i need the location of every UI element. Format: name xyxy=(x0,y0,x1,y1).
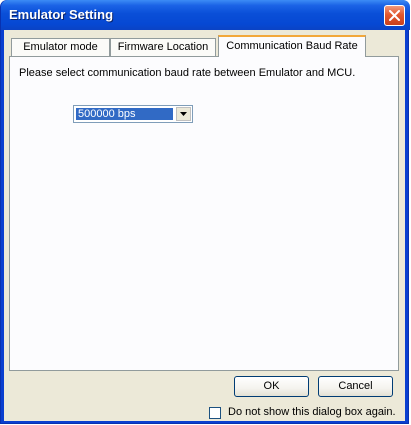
tab-label: Emulator mode xyxy=(23,41,98,53)
dialog-body: Emulator mode Firmware Location Communic… xyxy=(4,30,405,421)
instruction-text: Please select communication baud rate be… xyxy=(19,67,356,79)
baud-rate-selected-value: 500000 bps xyxy=(76,108,173,120)
title-bar[interactable]: Emulator Setting xyxy=(1,0,410,30)
tab-firmware-location[interactable]: Firmware Location xyxy=(110,38,216,56)
ok-button-label: OK xyxy=(263,380,280,392)
close-icon xyxy=(389,10,400,21)
dialog-window: Emulator Setting Emulator mode Firmware … xyxy=(0,0,410,424)
tab-label: Communication Baud Rate xyxy=(226,40,358,52)
window-title: Emulator Setting xyxy=(9,7,114,22)
dropdown-button[interactable] xyxy=(176,107,191,121)
chevron-down-icon xyxy=(180,112,187,116)
tab-communication-baud-rate[interactable]: Communication Baud Rate xyxy=(218,35,366,57)
dont-show-again-checkbox[interactable] xyxy=(209,407,221,419)
baud-rate-select[interactable]: 500000 bps xyxy=(73,105,193,123)
tab-label: Firmware Location xyxy=(117,41,209,53)
cancel-button[interactable]: Cancel xyxy=(318,376,393,397)
tab-emulator-mode[interactable]: Emulator mode xyxy=(11,38,110,56)
tab-panel: Please select communication baud rate be… xyxy=(9,56,399,371)
ok-button[interactable]: OK xyxy=(234,376,309,397)
dont-show-again-label[interactable]: Do not show this dialog box again. xyxy=(228,406,396,418)
close-button[interactable] xyxy=(384,5,405,26)
cancel-button-label: Cancel xyxy=(338,380,373,392)
